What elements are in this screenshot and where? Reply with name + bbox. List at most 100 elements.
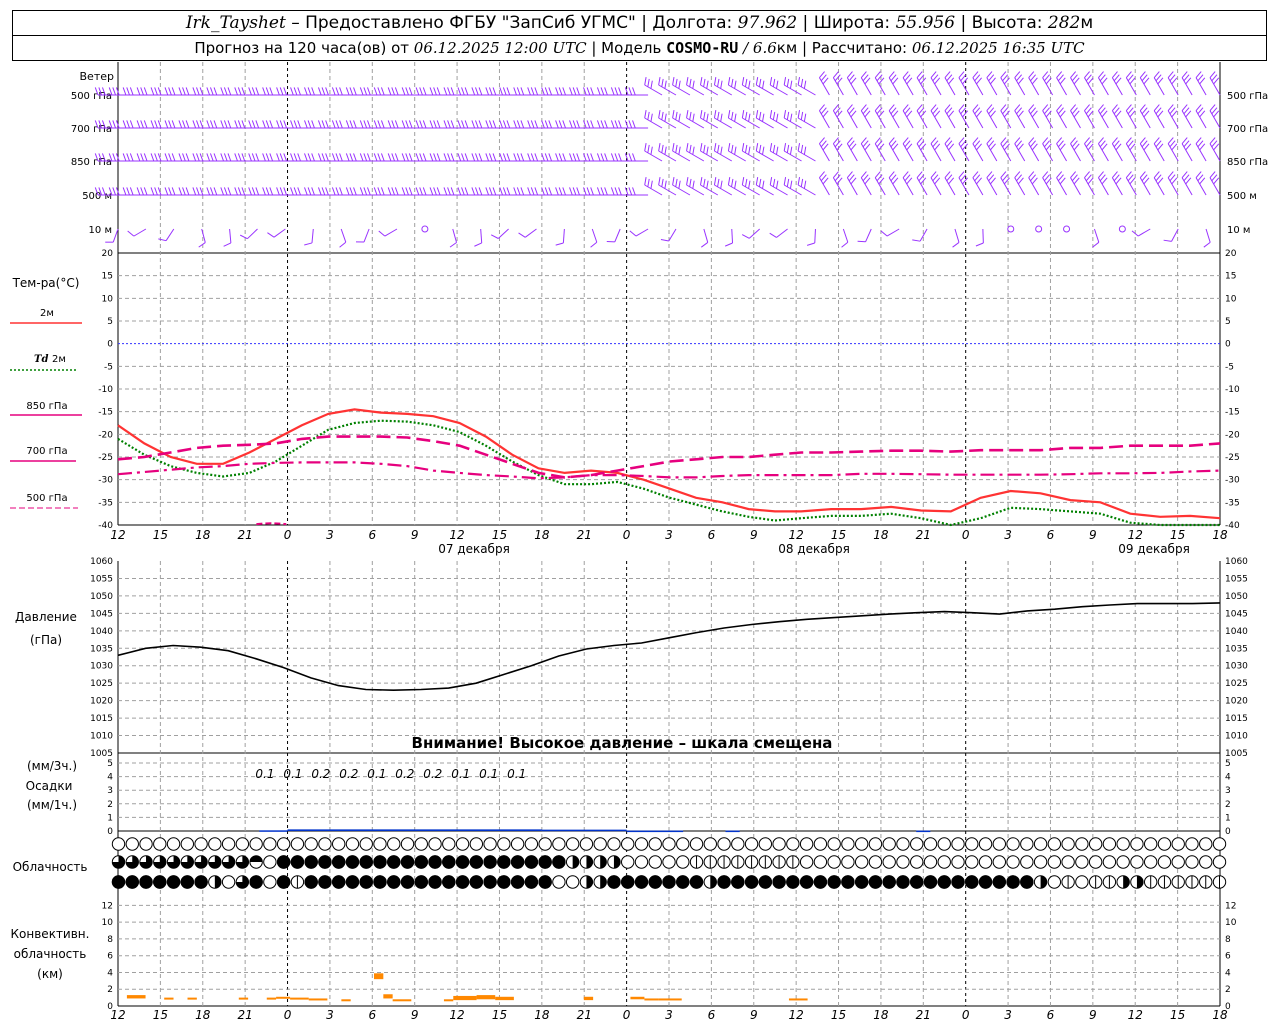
wind-barb — [986, 110, 998, 129]
cloud-symbol-full — [373, 855, 387, 869]
wind-barb — [1070, 143, 1081, 162]
wind-barb-feather — [934, 110, 941, 118]
wind-barb — [818, 77, 830, 96]
conv-tick-right: 2 — [1225, 985, 1231, 995]
cloud-symbol — [139, 837, 153, 851]
wind-barb-feather — [122, 153, 127, 162]
wind-barb-feather — [703, 111, 706, 120]
wind-barb-feather — [1127, 107, 1134, 115]
wind-barb-feather — [650, 113, 653, 122]
wind-barb-feather — [850, 77, 857, 85]
wind-barb — [902, 77, 914, 96]
wind-barb-feather — [624, 120, 629, 129]
wind-barb-feather — [769, 177, 773, 186]
wind-barb-feather — [325, 120, 329, 129]
wind-barb-feather — [1113, 107, 1120, 115]
wind-barb-feather — [644, 143, 647, 152]
wind-barb-feather — [527, 120, 531, 129]
wind-barb-feather — [471, 187, 476, 196]
wind-barb-feather — [1014, 104, 1021, 112]
temp-hour-tick: 15 — [831, 528, 846, 542]
wind-barb-feather — [834, 107, 841, 115]
wind-barb-feather — [304, 120, 308, 129]
wind-barb-feather — [800, 78, 804, 87]
wind-barb — [944, 77, 956, 96]
date-label: 08 декабря — [778, 542, 850, 556]
wind-barb-feather — [758, 178, 762, 187]
wind-barb-feather — [339, 153, 343, 162]
wind-barb-feather — [140, 87, 144, 96]
precip-bar — [541, 829, 627, 832]
wind-barb-feather — [378, 230, 386, 237]
cloud-symbol — [249, 837, 263, 851]
wind-barb-feather — [904, 140, 911, 148]
wind-barb — [902, 177, 914, 196]
wind-barb-feather — [474, 242, 482, 247]
wind-barb-feather — [632, 153, 636, 162]
conv-hour-tick: 21 — [577, 1008, 592, 1022]
cloud-symbol — [772, 837, 786, 851]
wind-barb-feather — [1167, 104, 1174, 112]
precip-bar — [259, 830, 288, 832]
wind-barb-feather — [988, 107, 995, 115]
wind-barb-feather — [990, 177, 996, 185]
cloud-symbol-full — [373, 875, 387, 889]
wind-barb-feather — [321, 87, 326, 96]
cloud-symbol — [1006, 837, 1020, 851]
wind-barb-feather — [345, 187, 350, 196]
wind-barb-feather — [269, 153, 274, 162]
wind-barb-feather — [1085, 174, 1092, 182]
wind-barb-feather — [1213, 110, 1220, 118]
temp-hour-tick: 21 — [916, 528, 931, 542]
wind-barb-feather — [934, 177, 941, 185]
precip-amount-label: 0.1 — [507, 767, 526, 781]
wind-barb — [165, 228, 175, 241]
wind-barb-feather — [658, 177, 661, 186]
wind-barb — [756, 117, 774, 129]
wind-barb — [686, 84, 705, 96]
precip-amount-label: 0.1 — [451, 767, 470, 781]
wind-barb-feather — [1085, 140, 1092, 148]
wind-barb-feather — [762, 146, 765, 155]
precip-unit-3h: (мм/3ч.) — [27, 759, 77, 773]
wind-barb-feather — [196, 187, 200, 196]
conv-hour-tick: 15 — [831, 1008, 846, 1022]
wind-barb-feather — [436, 153, 441, 162]
wind-barb — [714, 184, 733, 196]
wind-barb-feather — [744, 111, 748, 120]
wind-barb-feather — [904, 174, 911, 182]
wind-barb-feather — [1115, 177, 1122, 185]
wind-barb-feather — [734, 113, 737, 122]
wind-barb-feather — [650, 180, 653, 189]
wind-barb-feather — [223, 187, 228, 196]
wind-barb-feather — [1141, 174, 1148, 182]
wind-barb-feather — [126, 187, 130, 196]
wind-barb-feather — [1056, 104, 1063, 112]
wind-barb-feather — [803, 80, 807, 89]
wind-barb-feather — [293, 87, 298, 96]
cloud-symbol-full — [662, 875, 676, 889]
wind-barb-feather — [391, 120, 396, 129]
wind-barb-feather — [548, 153, 553, 162]
wind-barb — [769, 117, 788, 129]
wind-barb-feather — [488, 187, 493, 196]
conv-hour-tick: 3 — [1004, 1008, 1012, 1022]
cloud-title: Облачность — [13, 860, 88, 874]
cloud-symbol — [552, 837, 566, 851]
precip-amount-label: 0.1 — [479, 767, 498, 781]
cloud-symbol — [373, 837, 387, 851]
wind-calm-marker — [1063, 225, 1071, 233]
wind-barb-feather — [555, 187, 559, 196]
cloud-symbol — [579, 837, 594, 851]
wind-barb-feather — [548, 87, 553, 96]
wind-barb-feather — [1157, 177, 1164, 185]
cloud-symbol — [799, 837, 814, 851]
wind-barb-feather — [234, 153, 238, 162]
precip-title: Осадки — [26, 779, 73, 793]
wind-barb-feather — [974, 74, 981, 82]
conv-tick-right: 12 — [1225, 901, 1236, 911]
cloud-symbol-full — [1020, 875, 1034, 889]
wind-barb-feather — [731, 144, 734, 153]
wind-barb — [1153, 177, 1165, 196]
cloud-symbol — [565, 837, 580, 851]
